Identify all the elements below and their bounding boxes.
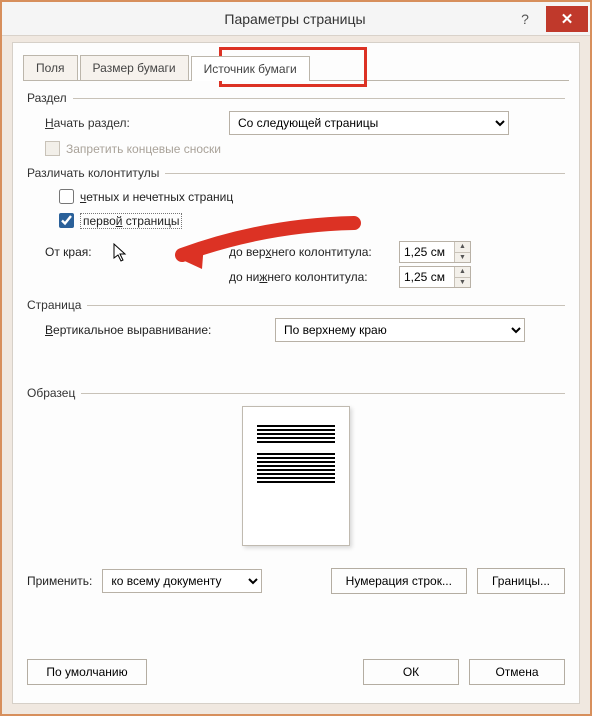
group-section: Раздел [27,91,565,105]
first-page-checkbox[interactable] [59,213,74,228]
spin-up-icon[interactable]: ▲ [455,267,470,278]
spin-down-icon[interactable]: ▼ [455,253,470,263]
ok-button[interactable]: ОК [363,659,459,685]
odd-even-checkbox[interactable] [59,189,74,204]
vertical-align-select[interactable]: По верхнему краю [275,318,525,342]
suppress-endnotes-label: Запретить концевые сноски [66,142,221,156]
tab-fields[interactable]: Поля [23,55,78,80]
window-title: Параметры страницы [86,11,504,27]
vertical-align-label: Вертикальное выравнивание: [45,323,275,337]
page-preview [242,406,350,546]
footer-distance-label: до нижнего колонтитула: [229,270,399,284]
dialog-content: Поля Размер бумаги Источник бумаги Разде… [12,42,580,704]
header-distance-input[interactable] [400,242,454,262]
group-preview: Образец [27,386,565,400]
close-button[interactable]: ✕ [546,6,588,32]
tab-paper-source[interactable]: Источник бумаги [191,56,310,81]
apply-to-label: Применить: [27,574,92,588]
first-page-label: первой страницы [80,213,182,229]
spin-up-icon[interactable]: ▲ [455,242,470,253]
apply-to-select[interactable]: ко всему документу [102,569,262,593]
group-headers-label: Различать колонтитулы [27,166,165,180]
tab-bar: Поля Размер бумаги Источник бумаги [23,53,569,81]
help-button[interactable]: ? [504,6,546,32]
footer-distance-input[interactable] [400,267,454,287]
spin-down-icon[interactable]: ▼ [455,278,470,288]
odd-even-label: четных и нечетных страниц [80,190,233,204]
group-page: Страница [27,298,565,312]
group-section-label: Раздел [27,91,73,105]
group-preview-label: Образец [27,386,81,400]
group-headers-footers: Различать колонтитулы [27,166,565,180]
header-distance-label: до верхнего колонтитула: [229,245,399,259]
suppress-endnotes-checkbox [45,141,60,156]
default-button[interactable]: По умолчанию [27,659,147,685]
start-section-label: Начать раздел: [45,116,229,130]
dialog-window: Параметры страницы ? ✕ Поля Размер бумаг… [0,0,592,716]
start-section-select[interactable]: Со следующей страницы [229,111,509,135]
header-distance-spinner[interactable]: ▲▼ [399,241,471,263]
from-edge-label: От края: [45,245,229,259]
group-page-label: Страница [27,298,87,312]
footer-distance-spinner[interactable]: ▲▼ [399,266,471,288]
line-numbers-button[interactable]: Нумерация строк... [331,568,467,594]
tab-paper-size[interactable]: Размер бумаги [80,55,189,80]
cancel-button[interactable]: Отмена [469,659,565,685]
title-bar: Параметры страницы ? ✕ [2,2,590,36]
borders-button[interactable]: Границы... [477,568,565,594]
